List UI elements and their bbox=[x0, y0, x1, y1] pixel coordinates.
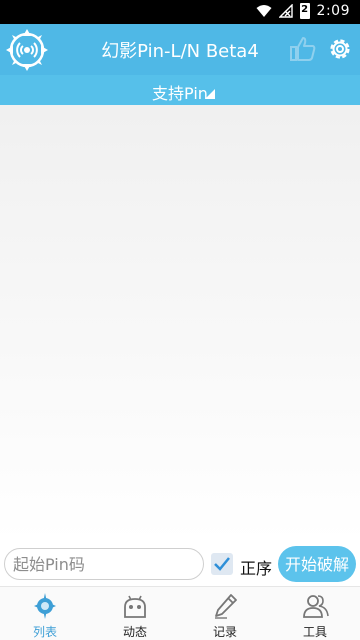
gear-icon[interactable] bbox=[326, 35, 354, 63]
status-icons: 2 2:09 bbox=[256, 3, 350, 19]
nav-label-feed: 动态 bbox=[122, 625, 147, 639]
nav-label-records: 记录 bbox=[212, 625, 237, 639]
no-signal-icon bbox=[278, 4, 293, 18]
start-pin-input[interactable] bbox=[4, 548, 204, 580]
dropdown-triangle-icon bbox=[205, 89, 215, 99]
filter-bar[interactable]: 支持Pin bbox=[0, 75, 360, 105]
wifi-list-area[interactable] bbox=[0, 105, 360, 542]
nav-item-records[interactable]: 记录 bbox=[180, 587, 270, 640]
nav-item-tools[interactable]: 工具 bbox=[270, 587, 360, 640]
order-checkbox[interactable] bbox=[211, 553, 233, 575]
clock: 2:09 bbox=[316, 3, 350, 19]
nav-label-list: 列表 bbox=[32, 625, 57, 639]
android-icon bbox=[124, 595, 146, 618]
action-row: 正序 开始破解 bbox=[0, 542, 360, 586]
nav-item-list[interactable]: 列表 bbox=[0, 587, 90, 640]
order-label: 正序 bbox=[240, 559, 273, 578]
nav-label-tools: 工具 bbox=[302, 625, 327, 639]
thumbs-up-icon[interactable] bbox=[290, 36, 316, 62]
status-bar: 2 2:09 bbox=[0, 0, 360, 24]
compass-icon bbox=[34, 593, 56, 619]
wifi-icon bbox=[256, 5, 272, 17]
checkmark-icon bbox=[214, 557, 230, 571]
nav-item-feed[interactable]: 动态 bbox=[90, 587, 180, 640]
app-bar: 幻影Pin-L/N Beta4 bbox=[0, 24, 360, 75]
battery-level: 2 bbox=[301, 4, 309, 15]
bottom-nav: 列表 动态 记录 工具 bbox=[0, 586, 360, 640]
start-crack-button[interactable]: 开始破解 bbox=[278, 546, 356, 582]
pencil-icon bbox=[215, 594, 237, 619]
battery-icon: 2 bbox=[299, 3, 310, 19]
filter-dropdown-label[interactable]: 支持Pin bbox=[0, 80, 360, 104]
users-icon bbox=[303, 595, 329, 618]
